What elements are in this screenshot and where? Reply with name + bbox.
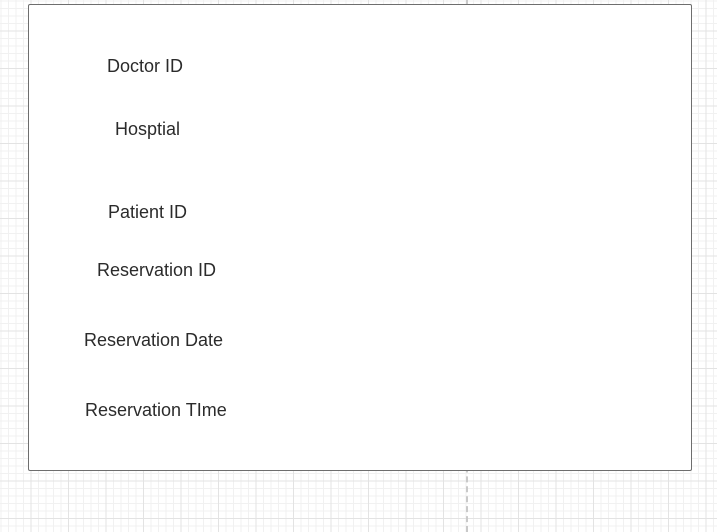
field-doctor-id[interactable]: Doctor ID — [107, 57, 183, 75]
reservation-entity-box[interactable]: Doctor ID Hosptial Patient ID Reservatio… — [28, 4, 692, 471]
field-reservation-id[interactable]: Reservation ID — [97, 261, 216, 279]
field-reservation-time[interactable]: Reservation TIme — [85, 401, 227, 419]
field-hospital[interactable]: Hosptial — [115, 120, 180, 138]
field-patient-id[interactable]: Patient ID — [108, 203, 187, 221]
field-reservation-date[interactable]: Reservation Date — [84, 331, 223, 349]
